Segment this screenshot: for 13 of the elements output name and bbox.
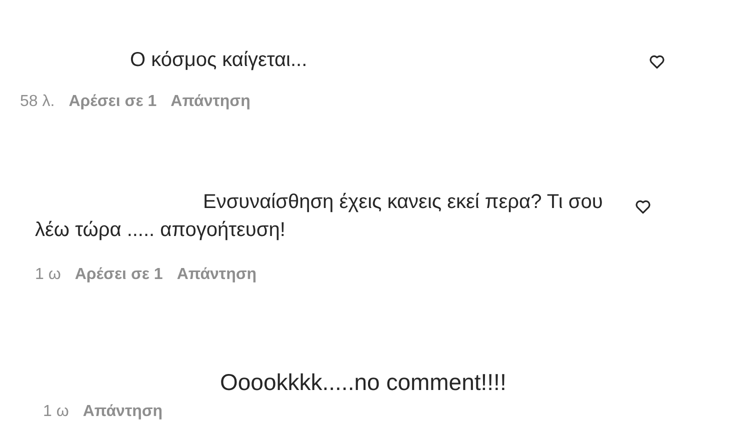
reply-link[interactable]: Απάντηση xyxy=(176,263,257,287)
comment-time: 1 ω xyxy=(43,402,69,422)
comment-time: 1 ω xyxy=(35,265,61,285)
heart-icon[interactable] xyxy=(649,54,665,69)
reply-link[interactable]: Απάντηση xyxy=(170,90,250,114)
comment-text: Ooookkkk.....no comment!!!! xyxy=(219,368,508,397)
reply-link[interactable]: Απάντηση xyxy=(82,400,163,424)
comment-time: 58 λ. xyxy=(20,92,55,112)
heart-icon[interactable] xyxy=(635,199,651,214)
comment-text: Ενσυναίσθηση έχεις κανεις εκεί περα? Τι σου λέω τώρα ..... απογοήτευση! xyxy=(35,190,604,243)
likes-count-link[interactable]: Αρέσει σε 1 xyxy=(74,263,163,287)
comment-text: Ο κόσμος καίγεται... xyxy=(129,48,308,73)
likes-count-link[interactable]: Αρέσει σε 1 xyxy=(68,90,157,114)
